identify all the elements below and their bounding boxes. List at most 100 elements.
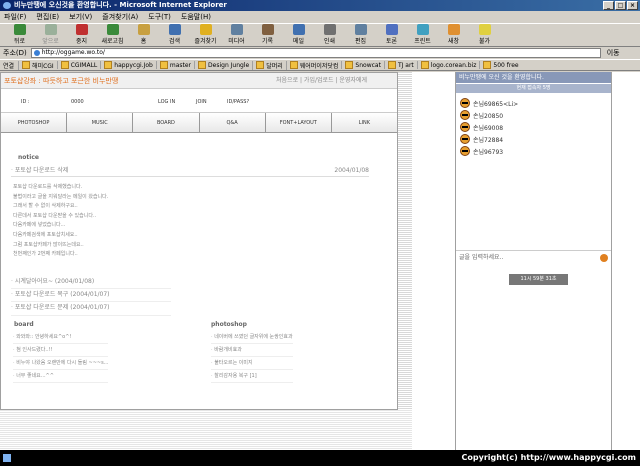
menu-item[interactable]: 도구(T) xyxy=(148,12,171,22)
toolbar-button[interactable]: 홈 xyxy=(128,22,159,46)
site-nav[interactable]: 처음으로 | 가입/업로드 | 운영자에게 xyxy=(276,73,367,89)
menu-item[interactable]: 파일(F) xyxy=(4,12,26,22)
menu-item[interactable]: 즐겨찾기(A) xyxy=(102,12,138,22)
link-item[interactable]: logo.corean.biz xyxy=(416,61,480,69)
menu-item[interactable]: 도움말(H) xyxy=(181,12,211,22)
page-icon xyxy=(3,454,11,462)
chat-user[interactable]: 손님69865<Li> xyxy=(460,97,611,109)
toolbar-button[interactable]: 미디어 xyxy=(221,22,252,46)
chat-input[interactable]: 글을 입력하세요.. xyxy=(456,250,611,264)
chat-user[interactable]: 손님96793 xyxy=(460,145,611,157)
notice-title[interactable]: 포토샵 다운로드 복구 xyxy=(15,291,69,298)
toolbar-button[interactable]: 새로고침 xyxy=(97,22,128,46)
toolbar-button[interactable]: 인쇄 xyxy=(314,22,345,46)
link-item[interactable]: TJ art xyxy=(383,61,417,69)
password-field[interactable]: 0000 xyxy=(71,99,84,105)
toolbar-button[interactable]: 기록 xyxy=(252,22,283,46)
toolbar-button[interactable]: 새창 xyxy=(438,22,469,46)
site-header: 포토샵강좌 : 따듯하고 포근한 비누만땡 처음으로 | 가입/업로드 | 운영… xyxy=(1,73,397,89)
photoshop-item[interactable]: 불타오르는 이미지 xyxy=(211,357,293,370)
toolbar-button[interactable]: 편집 xyxy=(345,22,376,46)
notice-top-item[interactable]: 포토샵 다운로드 삭제 2004/01/08 xyxy=(11,165,369,177)
link-item[interactable]: CGIMALL xyxy=(56,61,101,69)
site-menu-item[interactable]: LINK xyxy=(332,113,397,132)
photoshop-item[interactable]: 찰리감자용 복구 [1] xyxy=(211,370,293,383)
chat-input-placeholder: 글을 입력하세요.. xyxy=(459,254,504,261)
clock: 11시 59분 31초 xyxy=(509,274,568,285)
site-menu-item[interactable]: FONT+LAYOUT xyxy=(266,113,332,132)
notice-line: 그럼 포토샵카페가 많이뜨는데요.. xyxy=(13,241,84,248)
user-face-icon xyxy=(460,110,470,120)
notice-title[interactable]: 포토샵 다운로드 문제 xyxy=(15,304,69,311)
mail-icon xyxy=(292,24,305,35)
notice-title[interactable]: 시계달아어요~ xyxy=(15,278,53,285)
minimize-button[interactable]: _ xyxy=(603,1,614,10)
link-item[interactable]: master xyxy=(155,61,194,69)
notice-item[interactable]: 포토샵 다운로드 복구 (2004/01/07) xyxy=(11,289,171,303)
photoshop-heading: photoshop xyxy=(211,321,247,328)
photoshop-item[interactable]: 네이버에 쓰였던 글자위에 눈쌍인효과 xyxy=(211,331,293,344)
maximize-button[interactable]: □ xyxy=(615,1,626,10)
link-item[interactable]: Snowcat xyxy=(341,61,384,69)
edit-icon xyxy=(354,24,367,35)
site-menu-item[interactable]: PHOTOSHOP xyxy=(1,113,68,132)
toolbar-label: 불가 xyxy=(478,38,491,45)
link-item[interactable]: 웨어머이저닷컴 xyxy=(285,60,342,70)
toolbar-button[interactable]: 프린트 xyxy=(407,22,438,46)
board-item[interactable]: 비누야 나왔음 오랜만에 다시 들림 ~~~s... xyxy=(13,357,109,370)
join-button[interactable]: JOIN xyxy=(196,99,207,105)
toolbar-button[interactable]: 뒤로 xyxy=(4,22,35,46)
main-frame: 포토샵강좌 : 따듯하고 포근한 비누만땡 처음으로 | 가입/업로드 | 운영… xyxy=(0,72,398,410)
board-item[interactable]: 너무 좋네요...^^ xyxy=(13,370,109,383)
link-item[interactable]: 500 free xyxy=(479,61,521,69)
new-window-icon xyxy=(447,24,460,35)
go-button[interactable]: 이동 xyxy=(607,48,620,58)
notice-item[interactable]: 포토샵 다운로드 문제 (2004/01/07) xyxy=(11,302,171,316)
site-menu-item[interactable]: Q&A xyxy=(200,113,266,132)
photoshop-item[interactable]: 바람개비효과 xyxy=(211,344,293,357)
chat-user-name: 손님69008 xyxy=(473,124,504,132)
toolbar-label: 새창 xyxy=(447,38,460,45)
user-face-icon xyxy=(460,134,470,144)
toolbar-button[interactable]: 불가 xyxy=(469,22,500,46)
board-item[interactable]: 와와와:: 안녕하세요^o^! xyxy=(13,331,109,344)
toolbar-button[interactable]: 앞으로 xyxy=(35,22,66,46)
notice-body: 포토샵 다운로드를 삭제했습니다. 불법이라고 글을 지워달라는 메일이 왔습니다… xyxy=(13,183,108,260)
toolbar-button[interactable]: 메일 xyxy=(283,22,314,46)
toolbar-label: 새로고침 xyxy=(101,38,124,45)
chat-user[interactable]: 손님72884 xyxy=(460,133,611,145)
toolbar-button[interactable]: 중지 xyxy=(66,22,97,46)
find-id-button[interactable]: ID/PASS? xyxy=(227,99,249,105)
user-face-icon xyxy=(460,98,470,108)
board-heading: board xyxy=(14,321,34,328)
site-menu-item[interactable]: MUSIC xyxy=(67,113,134,132)
link-item[interactable]: happycgi.Job xyxy=(100,61,156,69)
link-item[interactable]: Design Jungle xyxy=(194,61,252,69)
site-logo[interactable]: 포토샵강좌 : 따듯하고 포근한 비누만땡 xyxy=(4,73,118,89)
chat-user[interactable]: 손님20850 xyxy=(460,109,611,121)
page-background xyxy=(612,72,640,450)
forward-icon xyxy=(44,24,57,35)
toolbar-button[interactable]: 토론 xyxy=(376,22,407,46)
login-button[interactable]: LOG IN xyxy=(158,99,175,105)
notice-date: (2004/01/08) xyxy=(54,278,95,285)
close-button[interactable]: × xyxy=(627,1,638,10)
link-item[interactable]: 해미CGI xyxy=(18,60,57,70)
toolbar-label: 인쇄 xyxy=(323,38,336,45)
notice-item[interactable]: 시계달아어요~ (2004/01/08) xyxy=(11,276,171,290)
toolbar-button[interactable]: 검색 xyxy=(159,22,190,46)
menu-item[interactable]: 편집(E) xyxy=(36,12,59,22)
chat-user-count: 현재 접속자 5명 xyxy=(456,84,611,93)
search-icon xyxy=(168,24,181,35)
toolbar-button[interactable]: 즐겨찾기 xyxy=(190,22,221,46)
address-input[interactable]: http://oggame.wo.to/ xyxy=(30,48,601,58)
notice-top-title[interactable]: 포토샵 다운로드 삭제 xyxy=(11,167,68,174)
id-label: ID : xyxy=(21,99,30,105)
chat-user[interactable]: 손님69008 xyxy=(460,121,611,133)
board-item[interactable]: 첨 인사드렸다..!! xyxy=(13,344,109,357)
emoticon-icon[interactable] xyxy=(600,254,608,262)
link-item[interactable]: 달머리 xyxy=(252,60,286,70)
menu-item[interactable]: 보기(V) xyxy=(69,12,92,22)
site-menu-item[interactable]: BOARD xyxy=(133,113,200,132)
notice-line: 포토샵 다운로드를 삭제했습니다. xyxy=(13,184,83,190)
